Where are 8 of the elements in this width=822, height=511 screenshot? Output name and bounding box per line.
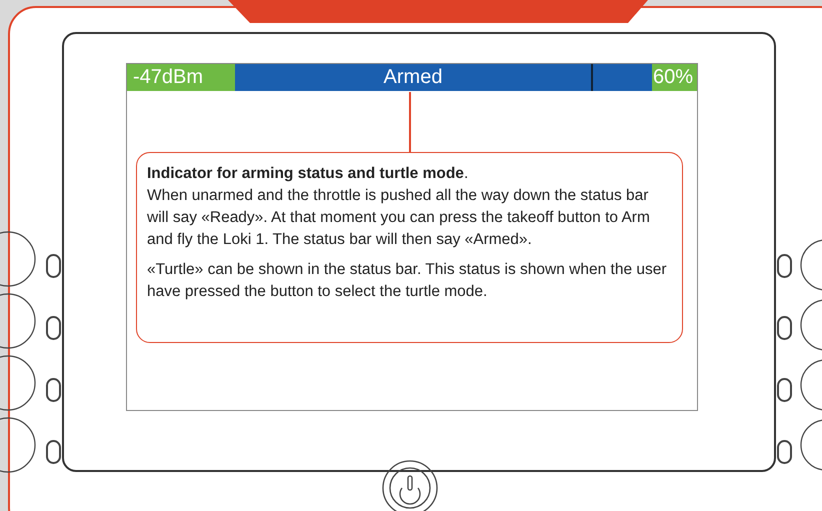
power-button-icon	[380, 458, 440, 511]
callout-paragraph: «Turtle» can be shown in the status bar. This status is shown when the user have pressed the button to select the turtle mode.	[147, 260, 668, 302]
callout-paragraph: When unarmed and the throttle is pushed all the way down the status bar will say «Ready». At that moment you can press the takeoff button to Arm and fly the Loki 1. The status bar will then say «Armed».	[147, 186, 651, 250]
status-bar-segment	[593, 64, 652, 91]
callout-title: Indicator for arming status and turtle mode.	[147, 164, 470, 184]
battery-level: 60%	[652, 64, 697, 91]
status-text: Armed	[235, 64, 593, 91]
signal-strength: -47dBm	[127, 64, 235, 91]
